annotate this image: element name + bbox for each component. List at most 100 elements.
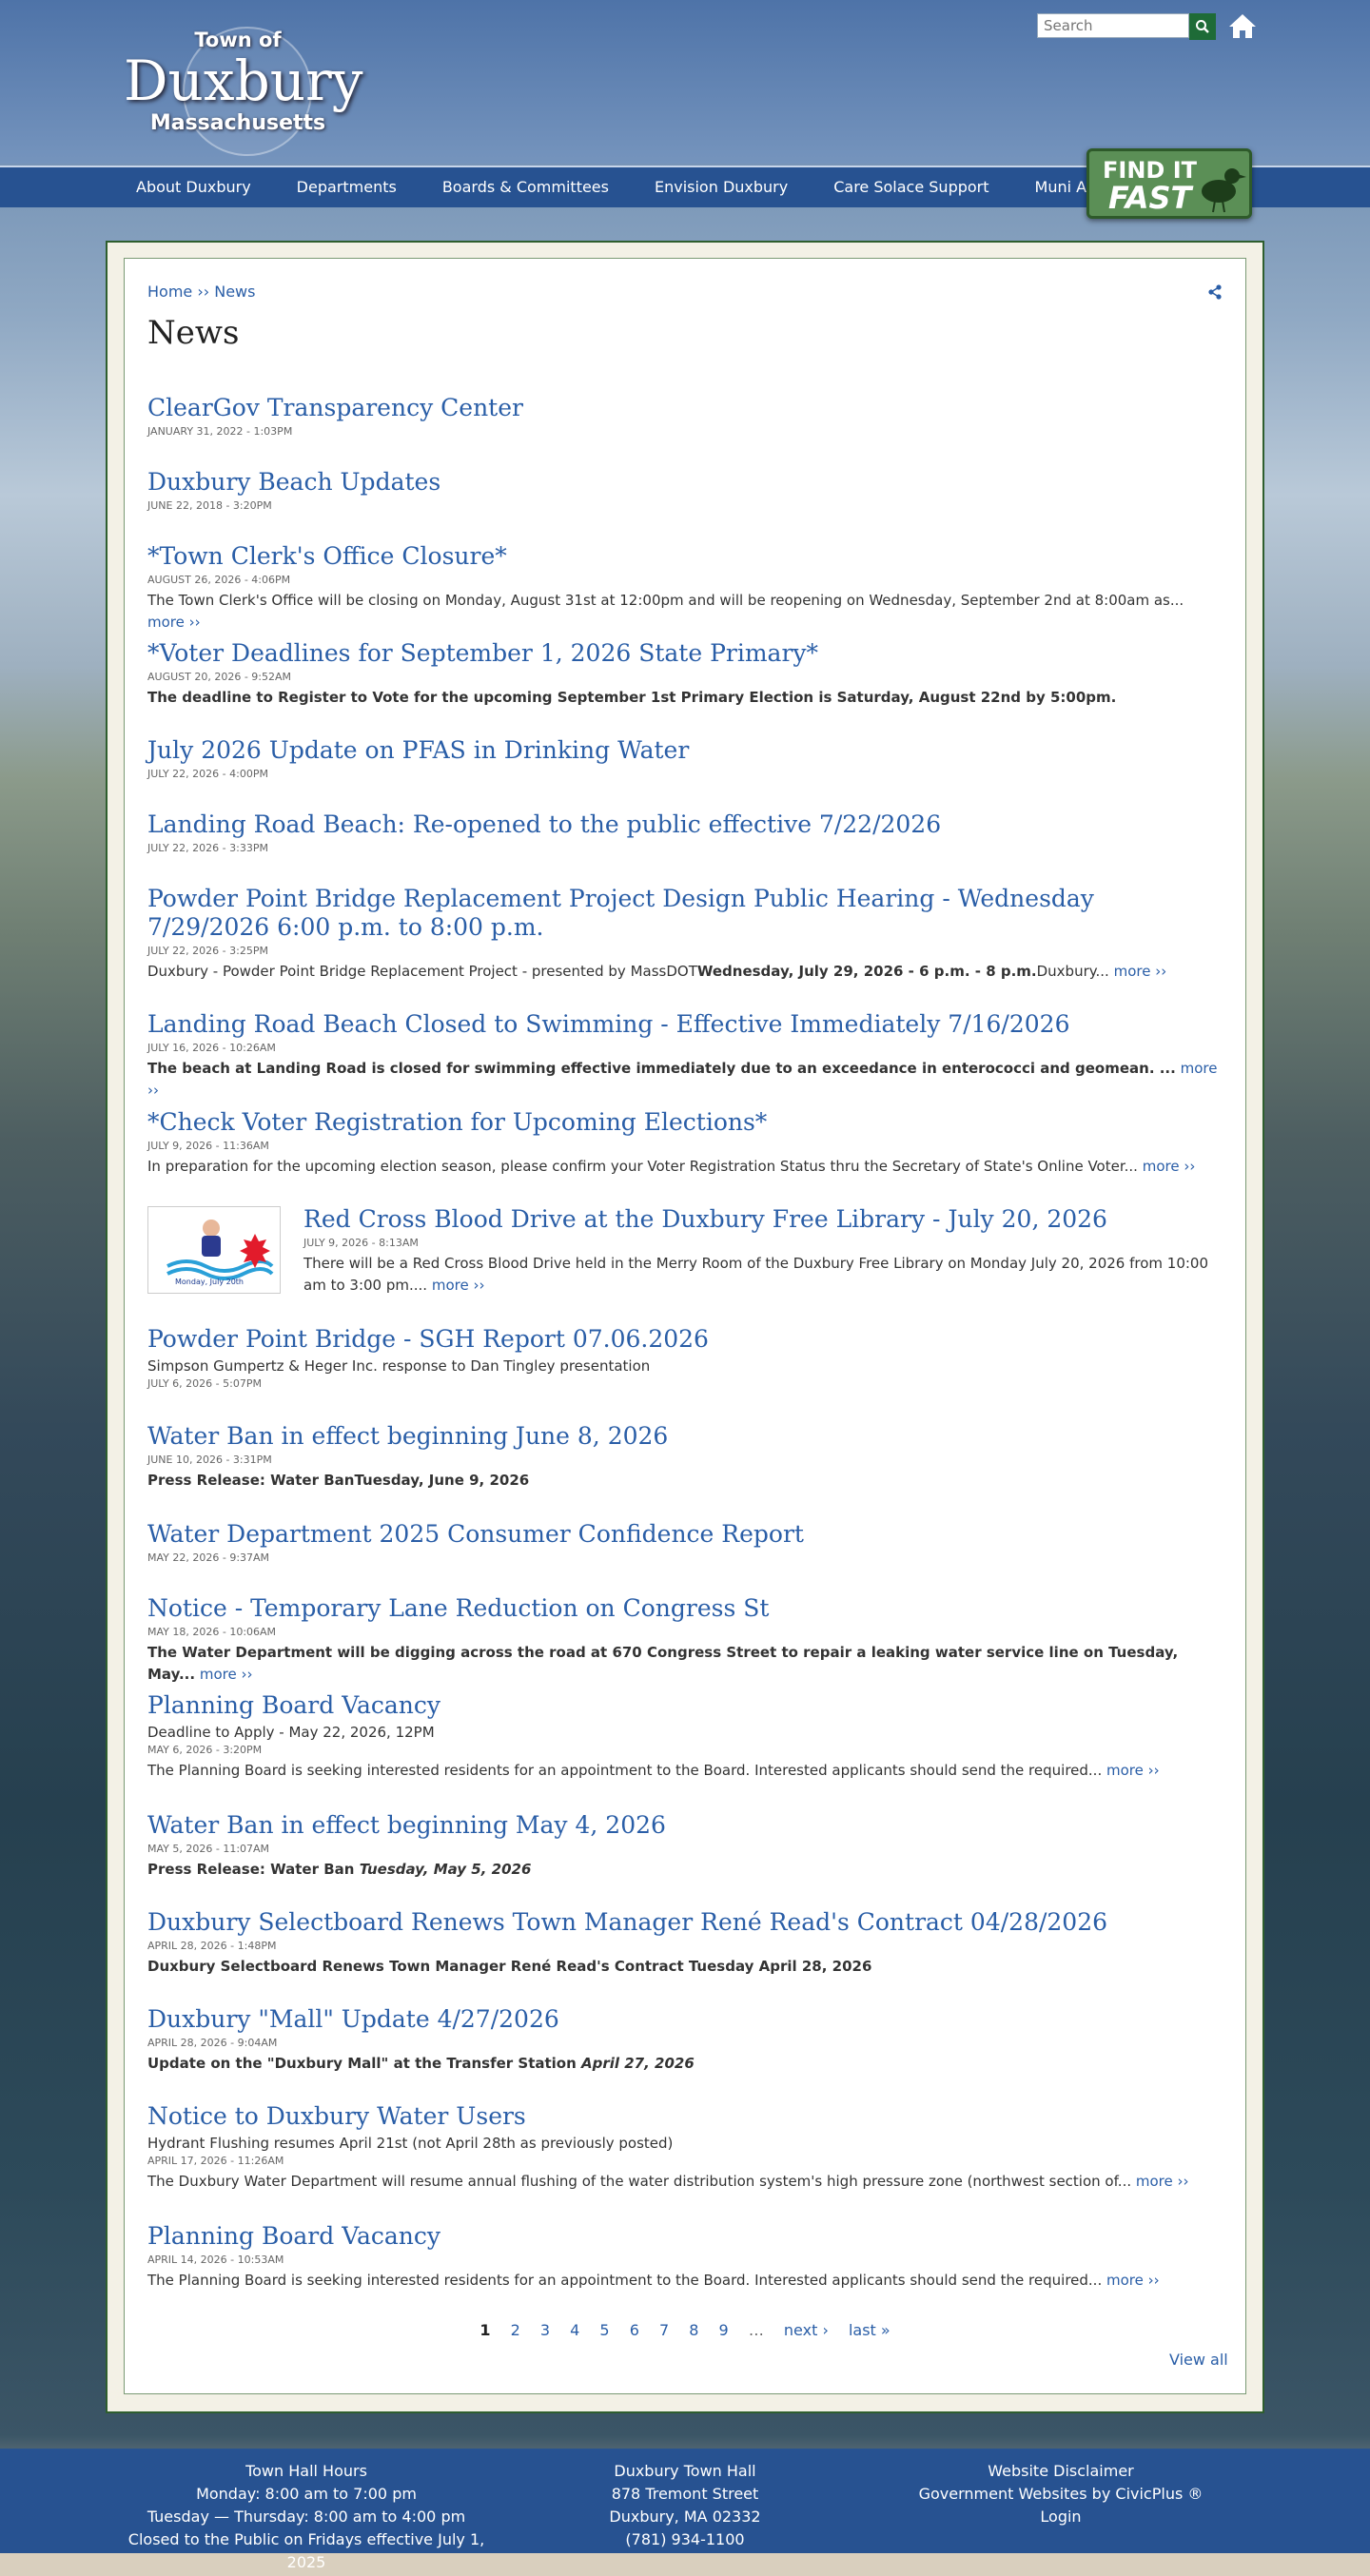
news-item-title[interactable]: Landing Road Beach: Re-opened to the pub… bbox=[147, 810, 1223, 839]
nav-boards-committees[interactable]: Boards & Committees bbox=[442, 167, 609, 207]
news-item-date: May 6, 2026 - 3:20pm bbox=[147, 1744, 263, 1756]
news-item-date: July 16, 2026 - 10:26am bbox=[147, 1042, 276, 1054]
search-button[interactable] bbox=[1189, 13, 1216, 40]
summary-italic-text: Tuesday, May 5, 2026 bbox=[359, 1861, 532, 1878]
news-item-title[interactable]: Notice to Duxbury Water Users bbox=[147, 2102, 1223, 2131]
news-item-title[interactable]: Water Department 2025 Consumer Confidenc… bbox=[147, 1520, 1223, 1549]
news-item: Notice - Temporary Lane Reduction on Con… bbox=[147, 1594, 1223, 1686]
news-item-title[interactable]: *Check Voter Registration for Upcoming E… bbox=[147, 1108, 1223, 1137]
news-item-date: May 5, 2026 - 11:07am bbox=[147, 1843, 270, 1855]
news-item-title[interactable]: Red Cross Blood Drive at the Duxbury Fre… bbox=[303, 1205, 1217, 1234]
summary-bold-text: Wednesday, July 29, 2026 - 6 p.m. - 8 p.… bbox=[696, 963, 1037, 980]
footer-address: Duxbury Town Hall 878 Tremont Street Dux… bbox=[542, 2460, 828, 2551]
more-link[interactable]: more ›› bbox=[1114, 963, 1167, 980]
news-item-title[interactable]: *Voter Deadlines for September 1, 2026 S… bbox=[147, 639, 1223, 668]
nav-departments[interactable]: Departments bbox=[297, 167, 397, 207]
news-item-title[interactable]: Duxbury Selectboard Renews Town Manager … bbox=[147, 1908, 1223, 1937]
nav-envision-duxbury[interactable]: Envision Duxbury bbox=[655, 167, 788, 207]
site-footer: Town Hall Hours Monday: 8:00 am to 7:00 … bbox=[0, 2449, 1370, 2571]
more-link[interactable]: more ›› bbox=[1136, 2173, 1189, 2190]
news-item: Powder Point Bridge - SGH Report 07.06.2… bbox=[147, 1325, 1223, 1390]
news-item-date: April 28, 2026 - 9:04am bbox=[147, 2037, 278, 2049]
page-9[interactable]: 9 bbox=[719, 2321, 729, 2339]
footer-hours-title: Town Hall Hours bbox=[245, 2462, 367, 2480]
summary-text: The Planning Board is seeking interested… bbox=[147, 1762, 1103, 1779]
news-item-date: August 26, 2026 - 4:06pm bbox=[147, 574, 291, 586]
summary-text: In preparation for the upcoming election… bbox=[147, 1158, 1138, 1175]
summary-bold-text: The Water Department will be digging acr… bbox=[147, 1644, 1179, 1683]
news-item: Planning Board Vacancy April 14, 2026 - … bbox=[147, 2222, 1223, 2292]
news-item-title[interactable]: Powder Point Bridge - SGH Report 07.06.2… bbox=[147, 1325, 1223, 1354]
more-link[interactable]: more ›› bbox=[1106, 1762, 1160, 1779]
more-link[interactable]: more ›› bbox=[147, 614, 201, 631]
login-link[interactable]: Login bbox=[913, 2506, 1208, 2528]
news-item-title[interactable]: July 2026 Update on PFAS in Drinking Wat… bbox=[147, 736, 1223, 765]
website-disclaimer-link[interactable]: Website Disclaimer bbox=[913, 2460, 1208, 2483]
news-item-summary: There will be a Red Cross Blood Drive he… bbox=[303, 1253, 1217, 1297]
blood-drive-thumbnail[interactable]: Monday, July 20th bbox=[147, 1206, 281, 1294]
footer-phone: (781) 934-1100 bbox=[625, 2530, 745, 2548]
share-icon[interactable] bbox=[1206, 283, 1223, 301]
summary-text: Duxbury... bbox=[1036, 963, 1109, 980]
news-item-summary: The beach at Landing Road is closed for … bbox=[147, 1058, 1223, 1102]
pager-next[interactable]: next › bbox=[784, 2321, 829, 2339]
news-item-title[interactable]: Landing Road Beach Closed to Swimming - … bbox=[147, 1010, 1223, 1039]
civicplus-link[interactable]: Government Websites by CivicPlus ® bbox=[913, 2483, 1208, 2506]
news-item-title[interactable]: Notice - Temporary Lane Reduction on Con… bbox=[147, 1594, 1223, 1623]
page-5[interactable]: 5 bbox=[599, 2321, 609, 2339]
news-item-subtitle: Deadline to Apply - May 22, 2026, 12PM bbox=[147, 1724, 435, 1741]
page-7[interactable]: 7 bbox=[659, 2321, 669, 2339]
news-item-title[interactable]: Water Ban in effect beginning June 8, 20… bbox=[147, 1422, 1223, 1451]
news-item: Duxbury "Mall" Update 4/27/2026 April 28… bbox=[147, 2005, 1223, 2075]
summary-text: Update on the "Duxbury Mall" at the Tran… bbox=[147, 2055, 581, 2072]
view-all-link[interactable]: View all bbox=[1169, 2351, 1228, 2369]
footer-address-line: 878 Tremont Street bbox=[611, 2485, 759, 2503]
news-item: July 2026 Update on PFAS in Drinking Wat… bbox=[147, 736, 1223, 780]
news-item-title[interactable]: Duxbury "Mall" Update 4/27/2026 bbox=[147, 2005, 1223, 2034]
page-2[interactable]: 2 bbox=[511, 2321, 520, 2339]
find-it-fast-button[interactable]: FIND IT FAST bbox=[1086, 148, 1252, 219]
news-item: Landing Road Beach Closed to Swimming - … bbox=[147, 1010, 1223, 1102]
pagination: 1 2 3 4 5 6 7 8 9 … next › last » bbox=[0, 2321, 1370, 2339]
summary-text: The Duxbury Water Department will resume… bbox=[147, 2173, 1132, 2190]
logo-sub-text: Massachusetts bbox=[149, 111, 326, 135]
news-item-title[interactable]: ClearGov Transparency Center bbox=[147, 394, 1223, 422]
news-item-title[interactable]: Planning Board Vacancy bbox=[147, 2222, 1223, 2251]
news-item: Red Cross Blood Drive at the Duxbury Fre… bbox=[303, 1205, 1217, 1297]
page-6[interactable]: 6 bbox=[630, 2321, 639, 2339]
nav-about-duxbury[interactable]: About Duxbury bbox=[136, 167, 251, 207]
summary-text: Press Release: Water Ban bbox=[147, 1861, 360, 1878]
news-item-date: July 6, 2026 - 5:07pm bbox=[147, 1377, 262, 1390]
breadcrumb-home[interactable]: Home bbox=[147, 283, 192, 301]
page-3[interactable]: 3 bbox=[540, 2321, 550, 2339]
site-header: Town of Duxbury Massachusetts bbox=[0, 0, 1370, 164]
search-input[interactable] bbox=[1037, 13, 1189, 38]
news-item-title[interactable]: Duxbury Beach Updates bbox=[147, 468, 1223, 497]
news-item: *Voter Deadlines for September 1, 2026 S… bbox=[147, 639, 1223, 709]
news-item-summary: The Duxbury Water Department will resume… bbox=[147, 2171, 1223, 2193]
footer-hours-line: Closed to the Public on Fridays effectiv… bbox=[127, 2530, 485, 2571]
more-link[interactable]: more ›› bbox=[1106, 2272, 1160, 2289]
news-item-date: June 10, 2026 - 3:31pm bbox=[147, 1454, 272, 1466]
town-logo[interactable]: Town of Duxbury Massachusetts bbox=[124, 23, 363, 156]
news-item: Landing Road Beach: Re-opened to the pub… bbox=[147, 810, 1223, 854]
page-4[interactable]: 4 bbox=[570, 2321, 579, 2339]
more-link[interactable]: more ›› bbox=[1143, 1158, 1196, 1175]
nav-care-solace-support[interactable]: Care Solace Support bbox=[833, 167, 988, 207]
more-link[interactable]: more ›› bbox=[200, 1666, 253, 1683]
news-item-title[interactable]: Water Ban in effect beginning May 4, 202… bbox=[147, 1811, 1223, 1840]
news-item-title[interactable]: *Town Clerk's Office Closure* bbox=[147, 542, 1223, 571]
footer-address-title: Duxbury Town Hall bbox=[614, 2462, 756, 2480]
news-item-title[interactable]: Powder Point Bridge Replacement Project … bbox=[147, 885, 1223, 942]
news-item: Planning Board Vacancy Deadline to Apply… bbox=[147, 1691, 1223, 1782]
news-item-summary: Update on the "Duxbury Mall" at the Tran… bbox=[147, 2053, 1223, 2075]
breadcrumb-news[interactable]: News bbox=[214, 283, 255, 301]
page-8[interactable]: 8 bbox=[689, 2321, 698, 2339]
home-icon[interactable] bbox=[1227, 11, 1258, 40]
more-link[interactable]: more ›› bbox=[432, 1277, 485, 1294]
bird-icon bbox=[1202, 168, 1246, 213]
findit-line2: FAST bbox=[1108, 180, 1192, 216]
breadcrumb: Home ›› News bbox=[147, 283, 255, 301]
news-item-title[interactable]: Planning Board Vacancy bbox=[147, 1691, 1223, 1720]
pager-last[interactable]: last » bbox=[849, 2321, 890, 2339]
